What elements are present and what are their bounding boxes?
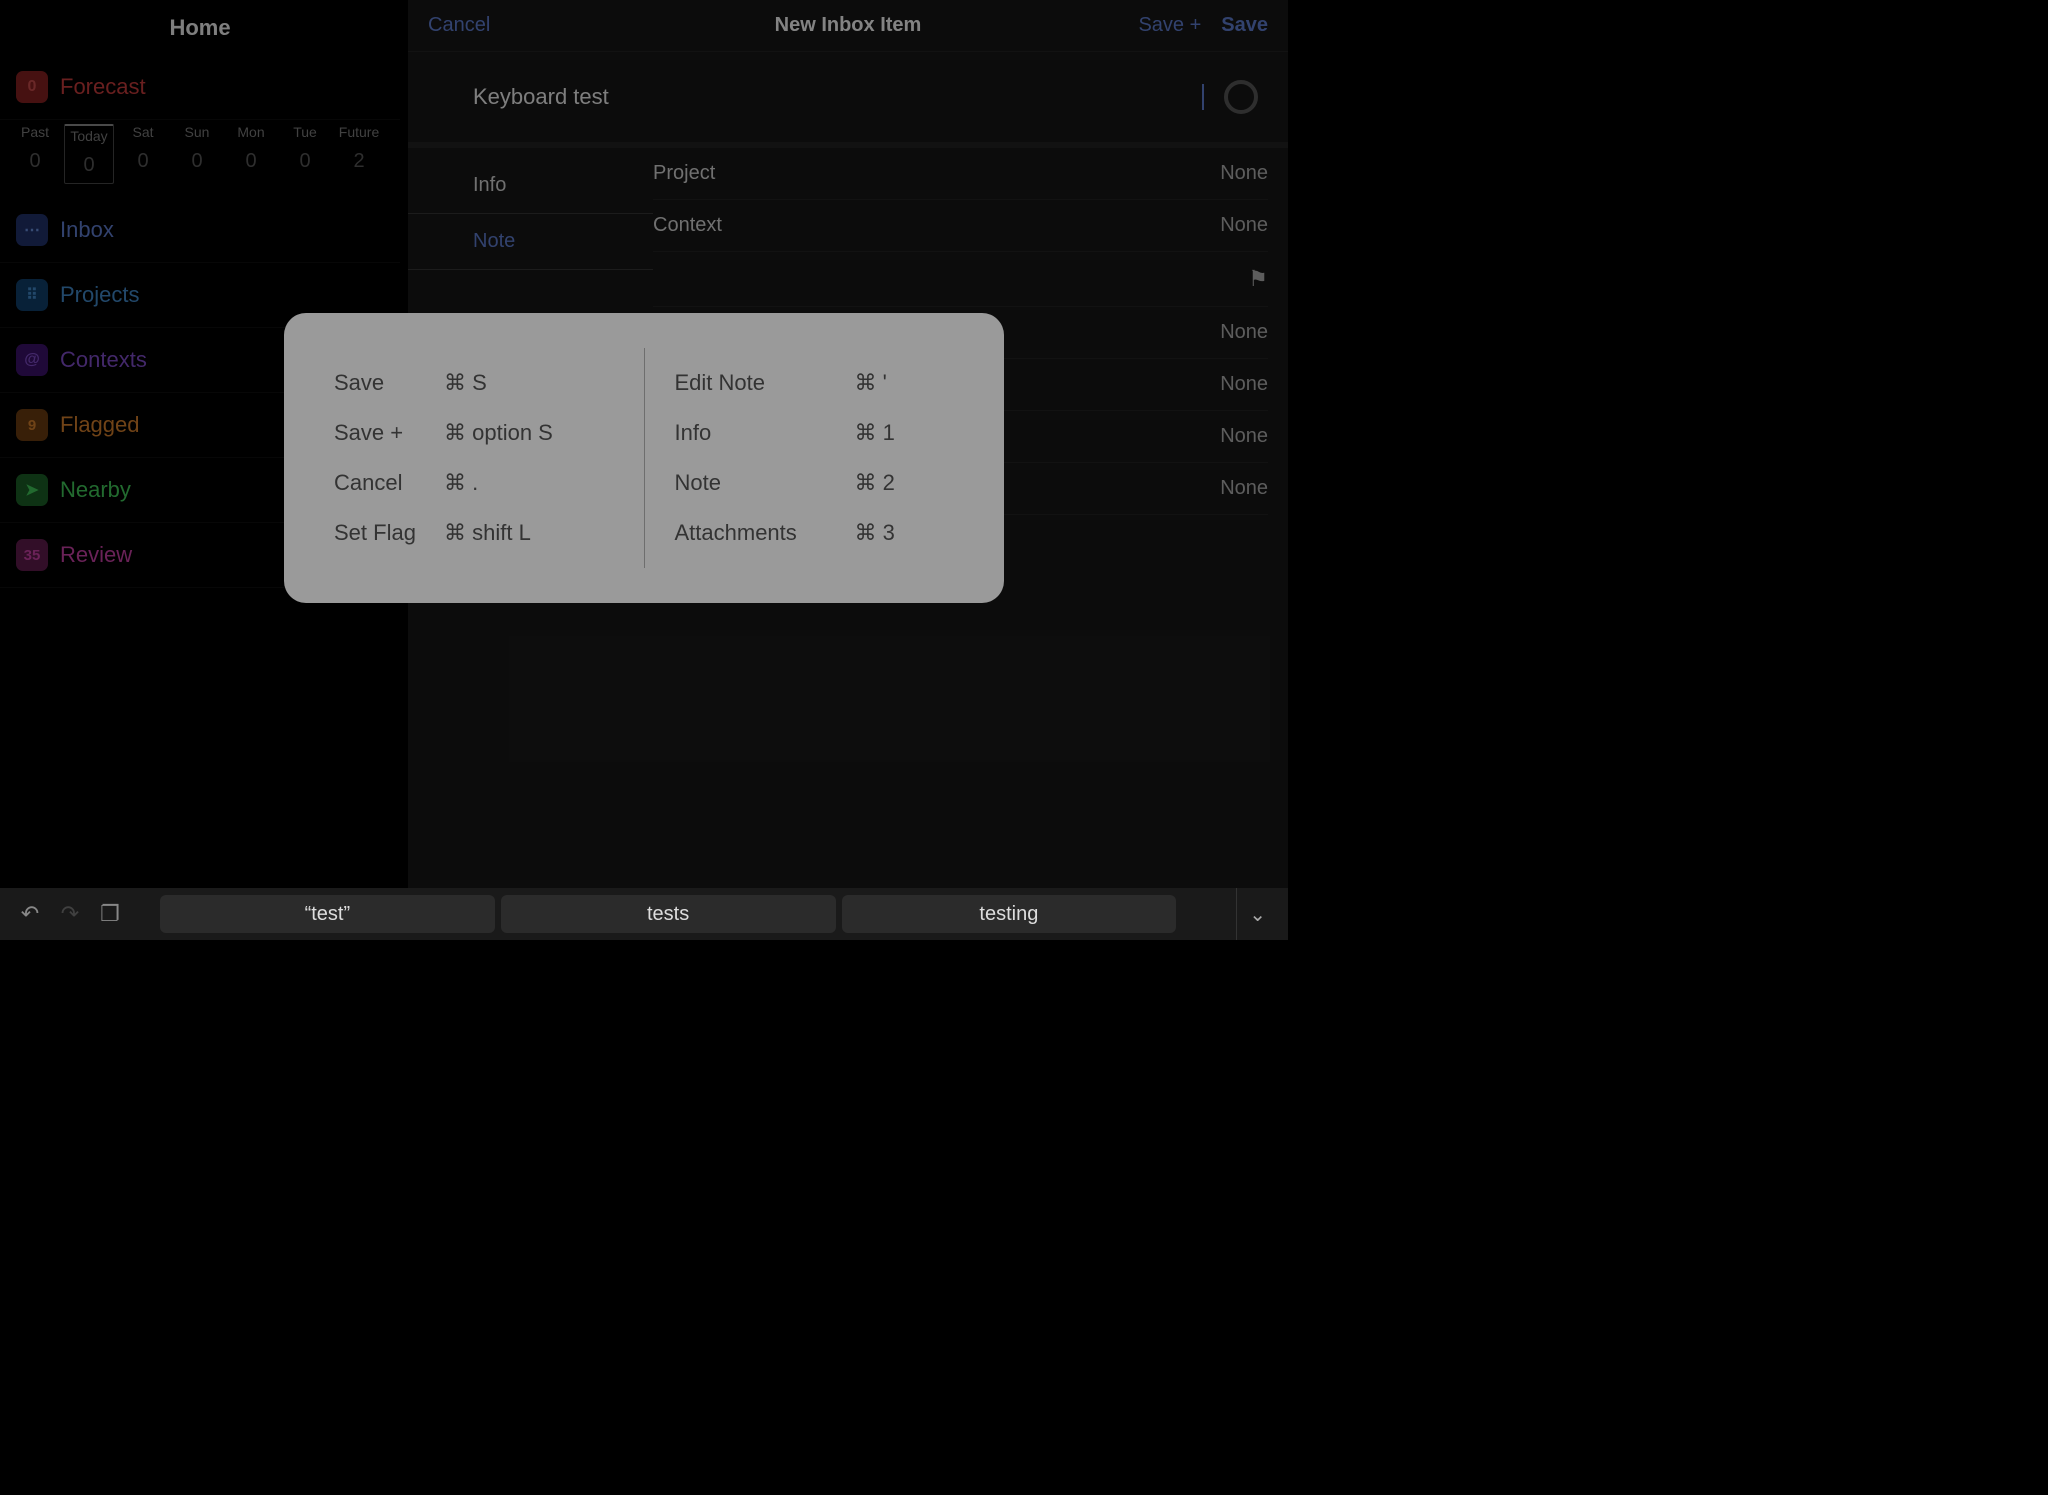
suggestion-chip[interactable]: “test” bbox=[160, 895, 495, 933]
clipboard-icon[interactable]: ❐ bbox=[90, 901, 130, 927]
keyboard-shortcut-hud: Save ⌘ S Save + ⌘ option S Cancel ⌘ . Se… bbox=[284, 313, 1004, 603]
hud-key-combo: ⌘ 3 bbox=[855, 520, 895, 546]
cancel-button[interactable]: Cancel bbox=[428, 14, 490, 37]
projects-label: Projects bbox=[60, 282, 139, 308]
save-plus-button[interactable]: Save + bbox=[1138, 14, 1201, 37]
sidebar-title: Home bbox=[0, 0, 400, 55]
hud-action-label: Info bbox=[675, 420, 855, 446]
hud-key-combo: ⌘ 2 bbox=[855, 470, 895, 496]
inbox-label: Inbox bbox=[60, 217, 114, 243]
field-project[interactable]: Project None bbox=[653, 148, 1268, 200]
forecast-day-count: 2 bbox=[334, 150, 384, 173]
forecast-day-count: 0 bbox=[118, 150, 168, 173]
hud-row: Note ⌘ 2 bbox=[675, 470, 955, 496]
field-value: None bbox=[1220, 373, 1268, 396]
field-context[interactable]: Context None bbox=[653, 200, 1268, 252]
forecast-days: Past0 Today0 Sat0 Sun0 Mon0 Tue0 Future2 bbox=[0, 120, 400, 198]
save-button[interactable]: Save bbox=[1221, 14, 1268, 37]
undo-icon[interactable]: ↶ bbox=[10, 901, 50, 927]
hud-key-combo: ⌘ option S bbox=[444, 420, 553, 446]
forecast-day-count: 0 bbox=[280, 150, 330, 173]
projects-icon: ⠿ bbox=[16, 279, 48, 311]
field-label: Context bbox=[653, 214, 722, 237]
flagged-badge: 9 bbox=[16, 409, 48, 441]
hud-row: Edit Note ⌘ ' bbox=[675, 370, 955, 396]
nearby-label: Nearby bbox=[60, 477, 131, 503]
inbox-icon: ⋯ bbox=[16, 214, 48, 246]
hud-key-combo: ⌘ S bbox=[444, 370, 487, 396]
forecast-badge: 0 bbox=[16, 71, 48, 103]
hud-row: Save + ⌘ option S bbox=[334, 420, 614, 446]
hud-row: Info ⌘ 1 bbox=[675, 420, 955, 446]
forecast-day-count: 0 bbox=[10, 150, 60, 173]
forecast-day-count: 0 bbox=[65, 154, 113, 177]
editor-toolbar: Cancel New Inbox Item Save + Save bbox=[408, 0, 1288, 52]
dismiss-keyboard-button[interactable]: ⌄ bbox=[1236, 888, 1278, 940]
suggestion-chip[interactable]: testing bbox=[842, 895, 1177, 933]
forecast-day-label[interactable]: Mon bbox=[226, 124, 276, 140]
forecast-day-label[interactable]: Future bbox=[334, 124, 384, 140]
hud-key-combo: ⌘ . bbox=[444, 470, 478, 496]
review-badge: 35 bbox=[16, 539, 48, 571]
hud-action-label: Save bbox=[334, 370, 444, 396]
hud-action-label: Note bbox=[675, 470, 855, 496]
hud-key-combo: ⌘ ' bbox=[855, 370, 887, 396]
hud-action-label: Cancel bbox=[334, 470, 444, 496]
keyboard-bar: ↶ ↷ ❐ “test” tests testing ⌄ bbox=[0, 888, 1288, 940]
item-title-input[interactable] bbox=[473, 84, 1204, 110]
forecast-day-label[interactable]: Today bbox=[65, 128, 113, 144]
field-value: None bbox=[1220, 425, 1268, 448]
field-label: Project bbox=[653, 162, 715, 185]
review-label: Review bbox=[60, 542, 132, 568]
flagged-label: Flagged bbox=[60, 412, 140, 438]
status-circle-icon[interactable] bbox=[1224, 80, 1258, 114]
tab-note[interactable]: Note bbox=[408, 213, 653, 270]
field-value: None bbox=[1220, 477, 1268, 500]
field-value: None bbox=[1220, 214, 1268, 237]
hud-key-combo: ⌘ shift L bbox=[444, 520, 531, 546]
hud-key-combo: ⌘ 1 bbox=[855, 420, 895, 446]
hud-action-label: Edit Note bbox=[675, 370, 855, 396]
sidebar-item-forecast[interactable]: 0 Forecast bbox=[0, 55, 400, 120]
suggestion-chip[interactable]: tests bbox=[501, 895, 836, 933]
hud-row: Save ⌘ S bbox=[334, 370, 614, 396]
forecast-day-label[interactable]: Tue bbox=[280, 124, 330, 140]
hud-action-label: Set Flag bbox=[334, 520, 444, 546]
field-value: None bbox=[1220, 162, 1268, 185]
forecast-day-label[interactable]: Past bbox=[10, 124, 60, 140]
hud-row: Cancel ⌘ . bbox=[334, 470, 614, 496]
hud-action-label: Attachments bbox=[675, 520, 855, 546]
chevron-down-icon: ⌄ bbox=[1249, 902, 1266, 927]
forecast-day-label[interactable]: Sat bbox=[118, 124, 168, 140]
redo-icon[interactable]: ↷ bbox=[50, 901, 90, 927]
forecast-day-count: 0 bbox=[172, 150, 222, 173]
flag-icon: ⚑ bbox=[1248, 266, 1268, 292]
nearby-icon: ➤ bbox=[16, 474, 48, 506]
contexts-label: Contexts bbox=[60, 347, 147, 373]
tab-info[interactable]: Info bbox=[408, 158, 653, 213]
field-flag[interactable]: ⚑ bbox=[653, 252, 1268, 307]
forecast-day-count: 0 bbox=[226, 150, 276, 173]
sidebar-item-inbox[interactable]: ⋯ Inbox bbox=[0, 198, 400, 263]
hud-action-label: Save + bbox=[334, 420, 444, 446]
field-value: None bbox=[1220, 321, 1268, 344]
forecast-day-label[interactable]: Sun bbox=[172, 124, 222, 140]
hud-row: Set Flag ⌘ shift L bbox=[334, 520, 614, 546]
forecast-label: Forecast bbox=[60, 74, 146, 100]
hud-row: Attachments ⌘ 3 bbox=[675, 520, 955, 546]
contexts-icon: @ bbox=[16, 344, 48, 376]
